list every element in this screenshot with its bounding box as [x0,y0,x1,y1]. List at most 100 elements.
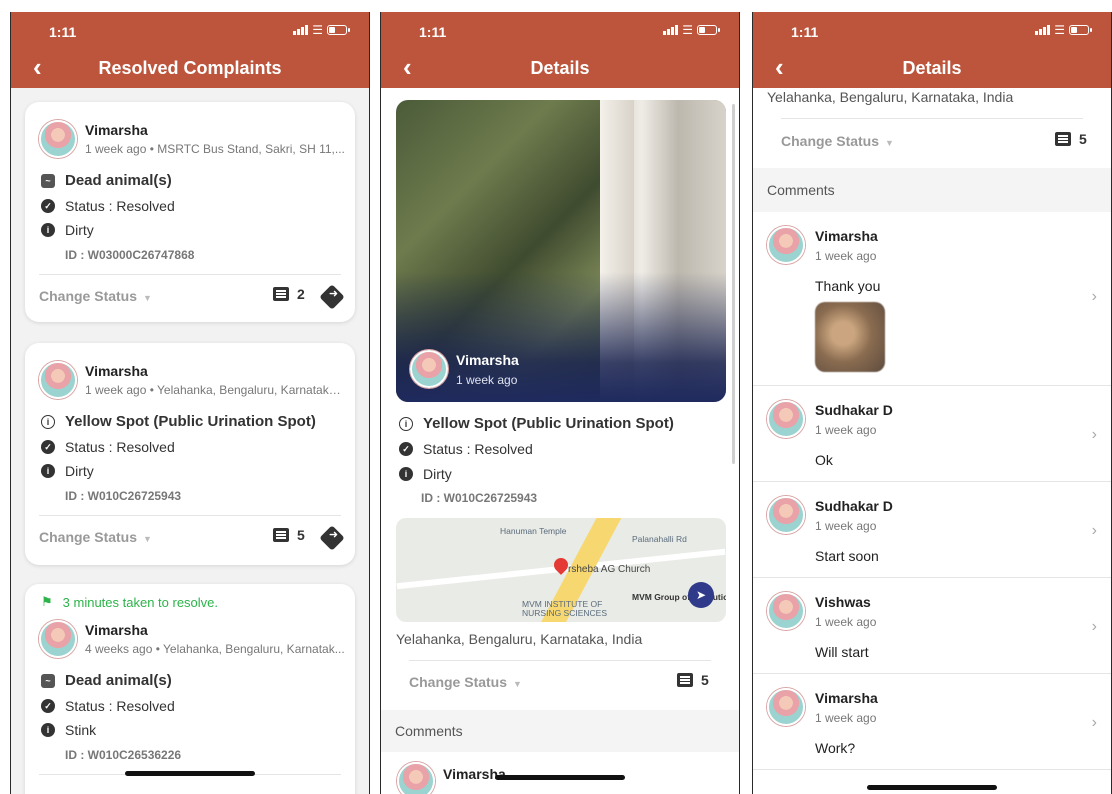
complaint-card[interactable]: ⚑ 3 minutes taken to resolve. Vimarsha 4… [25,584,355,794]
comments-button[interactable]: 5 [677,672,709,688]
status-time: 1:11 [49,24,77,40]
issue-label: Dirty [65,463,94,479]
chevron-down-icon: ▼ [885,138,894,148]
chevron-right-icon: › [1091,522,1097,539]
comment-user: Vishwas [815,594,871,610]
divider [409,660,711,661]
change-status-dropdown[interactable]: Change Status ▼ [409,674,522,690]
home-indicator [125,771,255,776]
comment-item[interactable]: Vimarsha 1 week ago Thank you › [753,212,1111,386]
resolve-time-row: ⚑ 3 minutes taken to resolve. [41,594,218,610]
status-row: ✓ Status : Resolved [399,441,533,457]
resolve-time-label: 3 minutes taken to resolve. [62,594,219,610]
map-label: MVM INSTITUTE OF NURSING SCIENCES [522,599,608,618]
comment-item[interactable]: Vimarsha 1 week ago Work? › [753,674,1111,770]
app-header: 1:11 ☰ ‹ Resolved Complaints [11,12,369,88]
signal-icon [663,25,679,35]
system-icons: ☰ [663,23,720,37]
comment-icon [677,673,693,687]
issue-row: i Dirty [41,463,94,479]
directions-icon[interactable]: ➤ [688,582,714,608]
avatar [767,496,805,534]
app-header: 1:11 ☰ ‹ Details [381,12,739,88]
photo-user-name: Vimarsha [456,352,519,368]
comments-header: Comments [381,710,739,752]
comment-text: Work? [815,740,856,756]
address-text: Yelahanka, Bengaluru, Karnataka, India [767,89,1014,105]
complaint-meta: 1 week ago • Yelahanka, Bengaluru, Karna… [85,383,345,397]
avatar [767,592,805,630]
comment-image[interactable] [815,302,885,372]
user-name: Vimarsha [85,363,148,379]
chevron-right-icon: › [1091,426,1097,443]
avatar [397,762,435,794]
wifi-icon: ☰ [312,23,323,37]
comment-item[interactable]: Sudhakar D 1 week ago Ok › [753,386,1111,482]
comment-item[interactable]: Sudhakar D 1 week ago Start soon › [753,482,1111,578]
status-label: Status : Resolved [65,698,175,714]
change-status-dropdown[interactable]: Change Status ▼ [781,133,894,149]
change-status-label: Change Status [781,133,880,149]
category-label: Dead animal(s) [65,672,172,689]
change-status-dropdown[interactable]: Change Status ▼ [39,529,152,545]
user-name: Vimarsha [85,122,148,138]
comments-button[interactable]: 2 [273,286,305,302]
issue-row: i Dirty [399,466,452,482]
change-status-label: Change Status [409,674,508,690]
flag-icon: ⚑ [41,594,53,609]
status-time: 1:11 [791,24,819,40]
status-row: ✓ Status : Resolved [41,439,175,455]
status-label: Status : Resolved [423,441,533,457]
avatar [767,400,805,438]
check-circle-icon: ✓ [41,699,55,713]
issue-row: i Stink [41,722,96,738]
comment-text: Ok [815,452,833,468]
info-icon: i [41,464,55,478]
scrollbar[interactable] [732,104,735,464]
home-indicator [495,775,625,780]
change-status-dropdown[interactable]: Change Status ▼ [39,288,152,304]
location-map[interactable]: Hanuman Temple Palanahalli Rd rsheba AG … [396,518,726,622]
wifi-icon: ☰ [1054,23,1065,37]
complaint-id: ID : W010C26536226 [65,748,182,762]
chevron-down-icon: ▼ [143,293,152,303]
issue-row: i Dirty [41,222,94,238]
chevron-right-icon: › [1091,288,1097,305]
complaint-meta: 1 week ago • MSRTC Bus Stand, Sakri, SH … [85,142,345,156]
map-label: Hanuman Temple [500,526,567,536]
wifi-icon: ☰ [682,23,693,37]
avatar [767,688,805,726]
comments-button[interactable]: 5 [1055,131,1087,147]
divider [39,274,341,275]
app-header: 1:11 ☰ ‹ Details [753,12,1111,88]
comment-count: 2 [297,286,305,302]
signal-icon [293,25,309,35]
page-title: Resolved Complaints [98,58,282,78]
directions-icon[interactable] [319,525,345,551]
directions-icon[interactable] [319,284,345,310]
address-text: Yelahanka, Bengaluru, Karnataka, India [396,631,643,647]
comment-user: Sudhakar D [815,402,893,418]
comment-icon [1055,132,1071,146]
divider [781,118,1083,119]
category-row: ~ Dead animal(s) [41,672,172,689]
screen-details-comments: 1:11 ☰ ‹ Details Yelahanka, Bengaluru, K… [752,12,1112,794]
comments-button[interactable]: 5 [273,527,305,543]
comment-time: 1 week ago [815,615,877,629]
category-label: Yellow Spot (Public Urination Spot) [423,415,674,432]
check-circle-icon: ✓ [41,440,55,454]
page-title: Details [902,58,962,78]
comment-user: Vimarsha [815,690,878,706]
complaint-photo[interactable]: Vimarsha 1 week ago [396,100,726,402]
status-label: Status : Resolved [65,198,175,214]
info-icon: i [41,723,55,737]
battery-icon [1069,25,1092,35]
system-icons: ☰ [1035,23,1092,37]
home-indicator [867,785,997,790]
complaint-card[interactable]: Vimarsha 1 week ago • MSRTC Bus Stand, S… [25,102,355,322]
complaint-card[interactable]: Vimarsha 1 week ago • Yelahanka, Bengalu… [25,343,355,565]
comment-item[interactable]: Vishwas 1 week ago Will start › [753,578,1111,674]
comment-count: 5 [701,672,709,688]
status-row: ✓ Status : Resolved [41,198,175,214]
complaint-id: ID : W010C26725943 [421,491,538,505]
